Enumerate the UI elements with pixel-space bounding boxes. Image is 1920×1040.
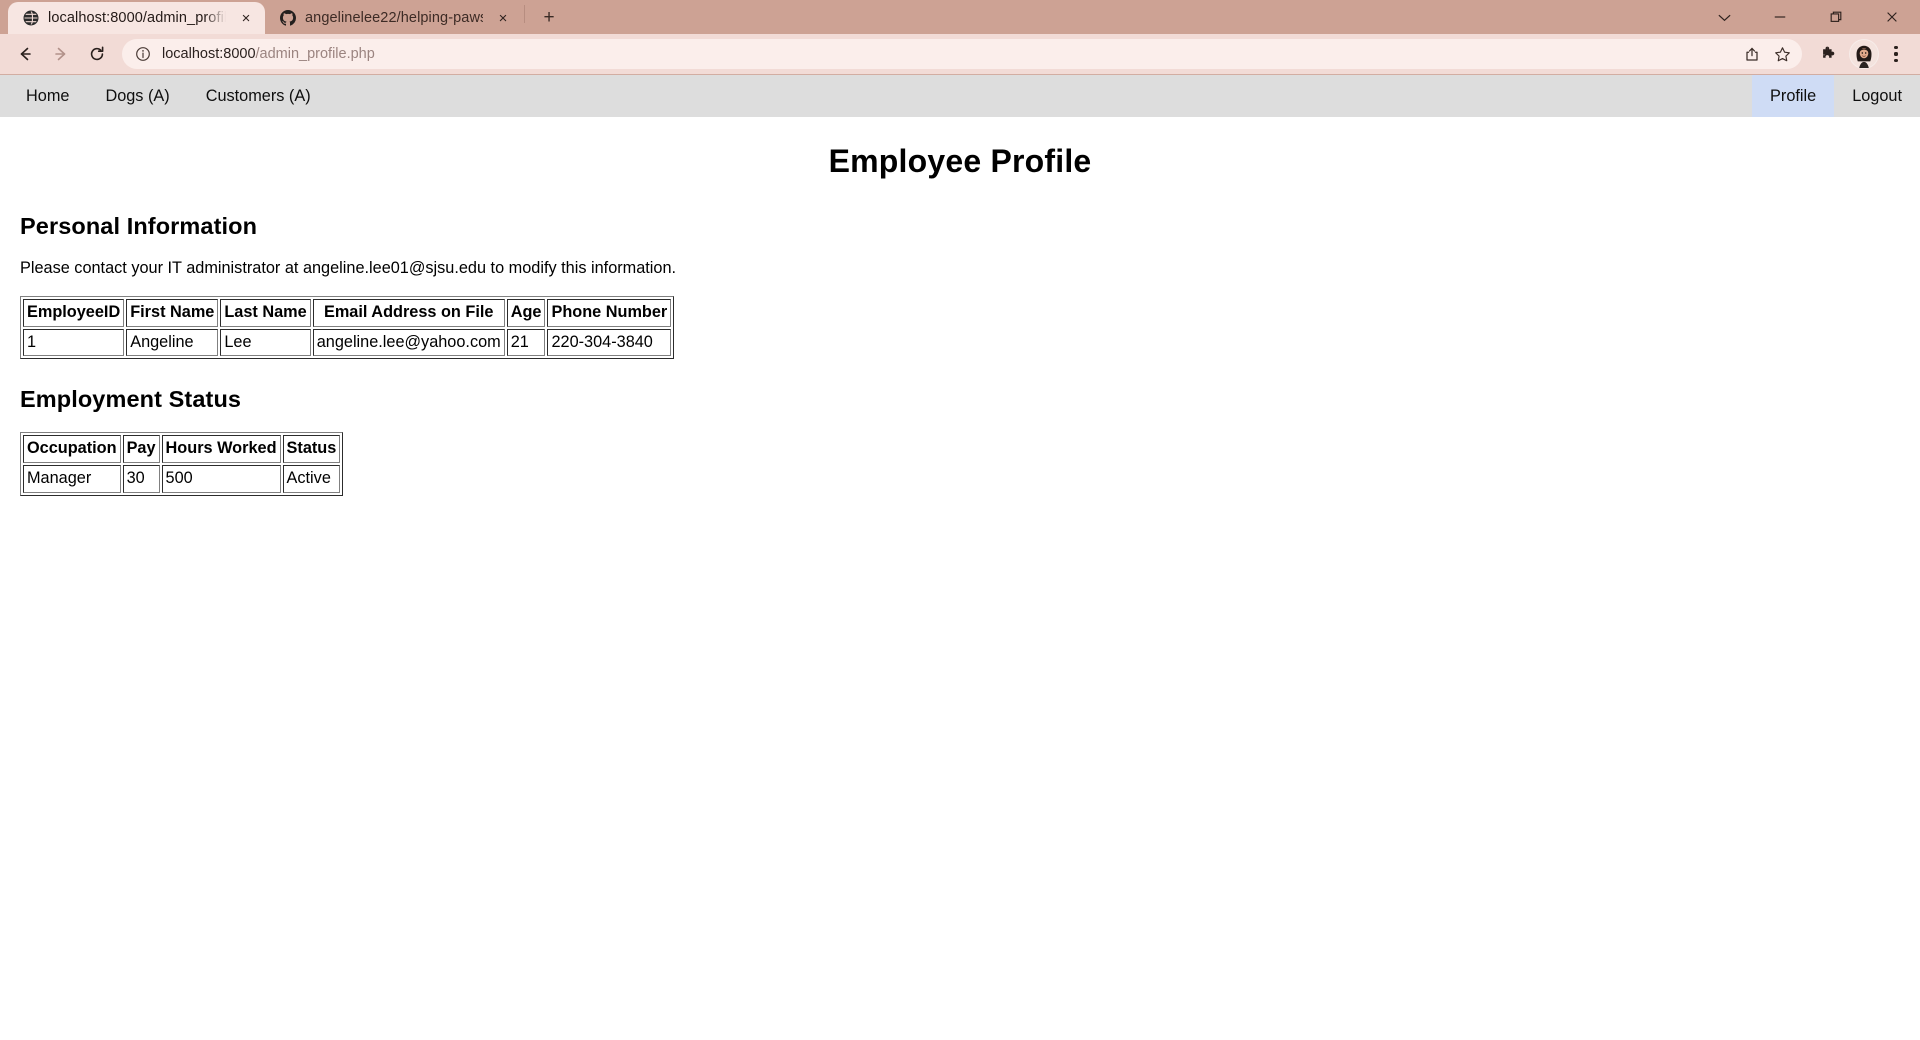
browser-window: localhost:8000/admin_profile.php × angel…: [0, 0, 1920, 1040]
personal-information-note: Please contact your IT administrator at …: [20, 259, 677, 277]
address-bar-url[interactable]: localhost:8000/admin_profile.php: [162, 46, 1732, 62]
github-icon: [279, 10, 296, 27]
address-bar-host: localhost:8000: [162, 46, 256, 62]
minimize-icon[interactable]: [1752, 0, 1808, 34]
browser-tab-1[interactable]: localhost:8000/admin_profile.php ×: [8, 2, 265, 34]
page-title: Employee Profile: [828, 143, 1092, 179]
reload-icon[interactable]: [80, 39, 114, 69]
browser-tab-1-title: localhost:8000/admin_profile.php: [48, 10, 226, 26]
nav-item-logout[interactable]: Logout: [1834, 75, 1920, 117]
column-header-age: Age: [506, 299, 546, 327]
personal-information-table: EmployeeID First Name Last Name Email Ad…: [20, 296, 675, 360]
column-header-phone: Phone Number: [547, 299, 672, 327]
avatar-icon[interactable]: [1849, 39, 1879, 69]
browser-tab-1-close-icon[interactable]: ×: [237, 9, 255, 27]
page-content: Employee Profile Personal Information Pl…: [0, 143, 1920, 1040]
browser-tab-2-title: angelinelee22/helping-paws: [305, 10, 483, 26]
personal-information-heading: Personal Information: [20, 213, 258, 239]
tab-search-chevron-down-icon[interactable]: [1696, 0, 1752, 34]
table-header-row: Occupation Pay Hours Worked Status: [23, 435, 341, 463]
globe-icon: [22, 10, 39, 27]
nav-item-profile[interactable]: Profile: [1752, 75, 1835, 117]
toolbar-extras: [1812, 39, 1912, 69]
cell-first-name: Angeline: [126, 328, 219, 357]
column-header-occupation: Occupation: [23, 435, 121, 463]
puzzle-icon[interactable]: [1812, 39, 1846, 69]
star-icon[interactable]: [1768, 41, 1796, 67]
window-controls: [1696, 0, 1920, 34]
menu-dot: [1894, 58, 1898, 62]
maximize-icon[interactable]: [1808, 0, 1864, 34]
column-header-last-name: Last Name: [220, 299, 311, 327]
cell-age: 21: [506, 328, 546, 357]
column-header-pay: Pay: [122, 435, 160, 463]
cell-employee-id: 1: [23, 328, 125, 357]
browser-tab-2-close-icon[interactable]: ×: [494, 9, 512, 27]
menu-dot: [1894, 46, 1898, 50]
table-row: 1 Angeline Lee angeline.lee@yahoo.com 21…: [23, 328, 672, 357]
cell-last-name: Lee: [220, 328, 311, 357]
site-navbar-left: Home Dogs (A) Customers (A): [0, 75, 329, 117]
cell-email: angeline.lee@yahoo.com: [312, 328, 505, 357]
column-header-email: Email Address on File: [312, 299, 505, 327]
address-bar[interactable]: localhost:8000/admin_profile.php: [122, 39, 1802, 69]
tab-divider: [524, 4, 525, 23]
address-bar-actions: [1738, 41, 1796, 67]
site-navbar: Home Dogs (A) Customers (A) Profile Logo…: [0, 75, 1920, 117]
employment-status-table: Occupation Pay Hours Worked Status Manag…: [20, 432, 344, 496]
column-header-employee-id: EmployeeID: [23, 299, 125, 327]
nav-item-dogs[interactable]: Dogs (A): [87, 75, 187, 117]
browser-toolbar: localhost:8000/admin_profile.php: [0, 34, 1920, 74]
back-icon[interactable]: [8, 39, 42, 69]
forward-icon: [44, 39, 78, 69]
site-navbar-right: Profile Logout: [1752, 75, 1920, 117]
tab-strip: localhost:8000/admin_profile.php × angel…: [0, 0, 1920, 34]
table-row: Manager 30 500 Active: [23, 464, 341, 493]
cell-hours-worked: 500: [161, 464, 281, 493]
nav-item-home[interactable]: Home: [8, 75, 87, 117]
cell-status: Active: [282, 464, 341, 493]
three-dot-menu-icon[interactable]: [1882, 39, 1910, 69]
cell-phone: 220-304-3840: [547, 328, 672, 357]
close-window-icon[interactable]: [1864, 0, 1920, 34]
column-header-status: Status: [282, 435, 341, 463]
browser-tab-2[interactable]: angelinelee22/helping-paws ×: [265, 2, 522, 34]
employment-status-heading: Employment Status: [20, 386, 242, 413]
cell-pay: 30: [122, 464, 160, 493]
new-tab-button[interactable]: +: [535, 4, 563, 32]
share-icon[interactable]: [1738, 41, 1766, 67]
menu-dot: [1894, 52, 1898, 56]
table-header-row: EmployeeID First Name Last Name Email Ad…: [23, 299, 672, 327]
column-header-first-name: First Name: [126, 299, 219, 327]
cell-occupation: Manager: [23, 464, 121, 493]
address-bar-path: /admin_profile.php: [255, 46, 375, 62]
nav-item-customers[interactable]: Customers (A): [188, 75, 329, 117]
column-header-hours-worked: Hours Worked: [161, 435, 281, 463]
info-circle-icon[interactable]: [133, 44, 153, 64]
